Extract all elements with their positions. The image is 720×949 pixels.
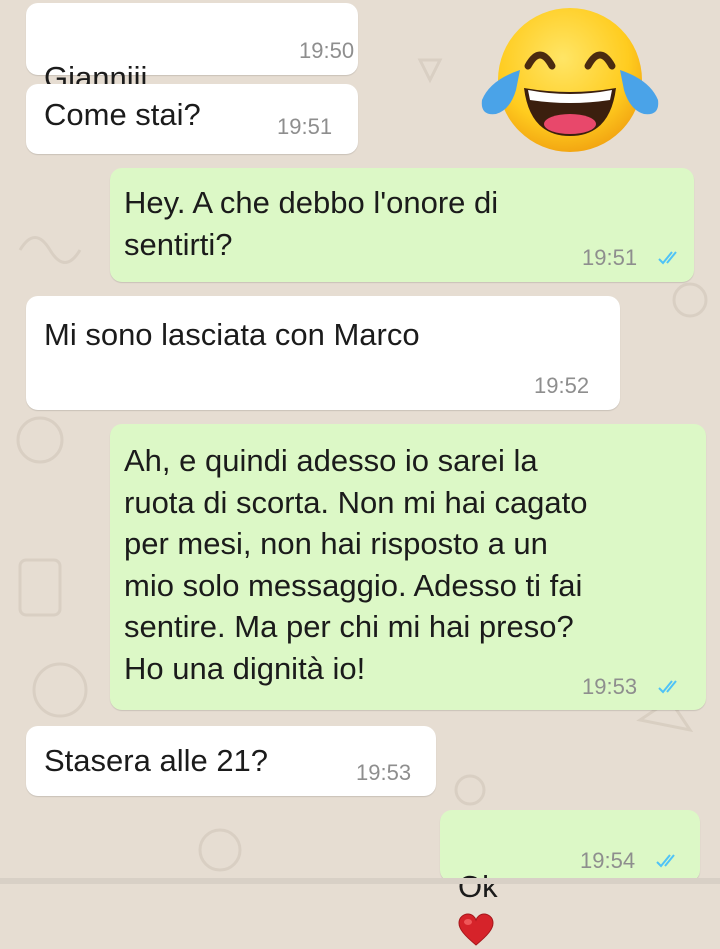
message-bubble-outgoing[interactable]: Hey. A che debbo l'onore di sentirti? 19… (110, 168, 694, 282)
read-receipt-icon (656, 854, 675, 868)
message-timestamp: 19:52 (534, 373, 590, 398)
red-heart-emoji-icon (458, 913, 494, 946)
message-timestamp: 19:51 (277, 114, 333, 139)
message-timestamp: 19:50 (299, 38, 355, 63)
read-receipt-icon (658, 680, 677, 694)
message-text: Mi sono lasciata con Marco (44, 317, 420, 352)
message-timestamp: 19:51 (582, 245, 638, 270)
message-bubble-incoming[interactable]: Come stai? 19:51 (26, 84, 358, 154)
message-bubble-incoming[interactable]: Mi sono lasciata con Marco 19:52 (26, 296, 620, 410)
message-bubble-incoming[interactable]: Gianniii 19:50 (26, 3, 358, 141)
message-timestamp: 19:54 (580, 848, 636, 873)
face-with-tears-of-joy-icon (481, 8, 659, 152)
message-bubble-outgoing[interactable]: Ah, e quindi adesso io sarei la ruota di… (110, 424, 706, 710)
message-text: Ah, e quindi adesso io sarei la ruota di… (124, 443, 588, 686)
message-text: Ok (458, 824, 498, 949)
message-timestamp: 19:53 (356, 760, 412, 785)
message-timestamp: 19:53 (582, 674, 638, 699)
message-bubble-incoming[interactable]: Stasera alle 21? 19:53 (26, 726, 436, 796)
read-receipt-icon (658, 251, 677, 265)
bottom-edge (0, 878, 720, 884)
message-text: Come stai? (44, 97, 201, 132)
message-text: Stasera alle 21? (44, 743, 269, 778)
message-bubble-outgoing[interactable]: Ok 19:54 (440, 810, 700, 946)
message-text: Hey. A che debbo l'onore di sentirti? (124, 185, 499, 262)
